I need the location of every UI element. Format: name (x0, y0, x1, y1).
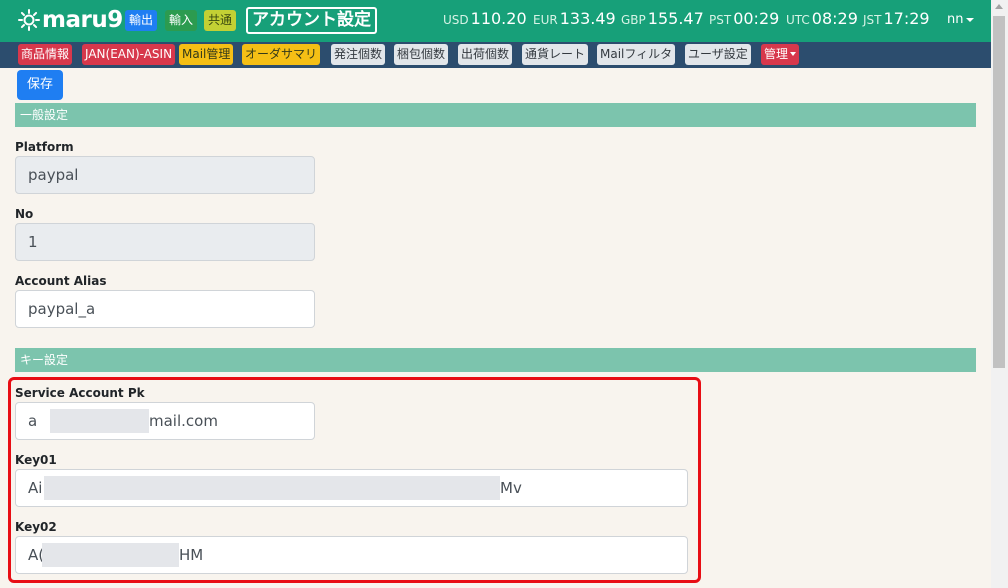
nav-order-count[interactable]: 発注個数 (331, 44, 386, 65)
page-title: アカウント設定 (246, 7, 377, 34)
scroll-up-arrow-icon[interactable] (995, 4, 1003, 9)
no-field[interactable]: 1 (15, 223, 315, 261)
time-label: UTC (786, 13, 810, 27)
no-label: No (15, 207, 34, 221)
account-alias-label: Account Alias (15, 274, 107, 288)
platform-label: Platform (15, 140, 74, 154)
caret-down-icon (966, 18, 975, 22)
nav-mail-filter[interactable]: Mailフィルタ (597, 44, 676, 65)
time-label: PST (709, 13, 732, 27)
rate-label: USD (443, 13, 469, 27)
nav-shipping-count[interactable]: 出荷個数 (458, 44, 513, 65)
user-menu[interactable]: nn (947, 12, 975, 27)
rate-value: 133.49 (559, 9, 616, 28)
nav-package-count[interactable]: 梱包個数 (394, 44, 449, 65)
time-value: 08:29 (811, 9, 858, 28)
nav-currency-rate[interactable]: 通貨レート (522, 44, 589, 65)
time-pst: PST 00:29 (709, 9, 779, 28)
highlight-annotation (8, 377, 701, 583)
time-jst: JST 17:29 (863, 9, 930, 28)
export-badge[interactable]: 輸出 (125, 10, 158, 31)
account-alias-field[interactable]: paypal_a (15, 290, 315, 328)
rate-label: GBP (621, 13, 646, 27)
nav-product-info[interactable]: 商品情報 (18, 44, 73, 65)
nav-admin-label: 管理 (764, 47, 789, 61)
nav-bar: 商品情報 JAN(EAN)-ASIN Mail管理 オーダサマリ 発注個数 梱包… (0, 42, 1008, 68)
section-general-header: 一般設定 (15, 103, 976, 127)
nav-order-summary[interactable]: オーダサマリ (242, 44, 321, 65)
time-label: JST (863, 13, 882, 27)
platform-field[interactable]: paypal (15, 156, 315, 194)
nav-mail-management[interactable]: Mail管理 (179, 44, 234, 65)
logo-text: maru9 (42, 7, 123, 33)
rate-eur: EUR 133.49 (533, 9, 616, 28)
scrollbar-thumb[interactable] (993, 16, 1005, 368)
rate-value: 155.47 (647, 9, 704, 28)
user-name: nn (947, 12, 964, 27)
rate-value: 110.20 (470, 9, 527, 28)
common-badge[interactable]: 共通 (204, 10, 237, 31)
time-value: 00:29 (733, 9, 780, 28)
nav-admin-dropdown[interactable]: 管理 (761, 44, 800, 65)
save-button[interactable]: 保存 (17, 70, 63, 100)
rate-gbp: GBP 155.47 (621, 9, 704, 28)
import-badge[interactable]: 輸入 (165, 10, 198, 31)
rate-label: EUR (533, 13, 558, 27)
time-value: 17:29 (883, 9, 930, 28)
nav-user-settings[interactable]: ユーザ設定 (685, 44, 751, 65)
nav-jan-asin[interactable]: JAN(EAN)-ASIN (82, 44, 176, 65)
rate-usd: USD 110.20 (443, 9, 527, 28)
time-utc: UTC 08:29 (786, 9, 858, 28)
top-header: maru9 輸出 輸入 共通 アカウント設定 USD 110.20 EUR 13… (0, 0, 1008, 42)
caret-down-icon (790, 52, 797, 56)
section-keys-header: キー設定 (15, 348, 976, 372)
sun-logo-icon (18, 9, 40, 31)
logo[interactable]: maru9 (17, 7, 123, 33)
